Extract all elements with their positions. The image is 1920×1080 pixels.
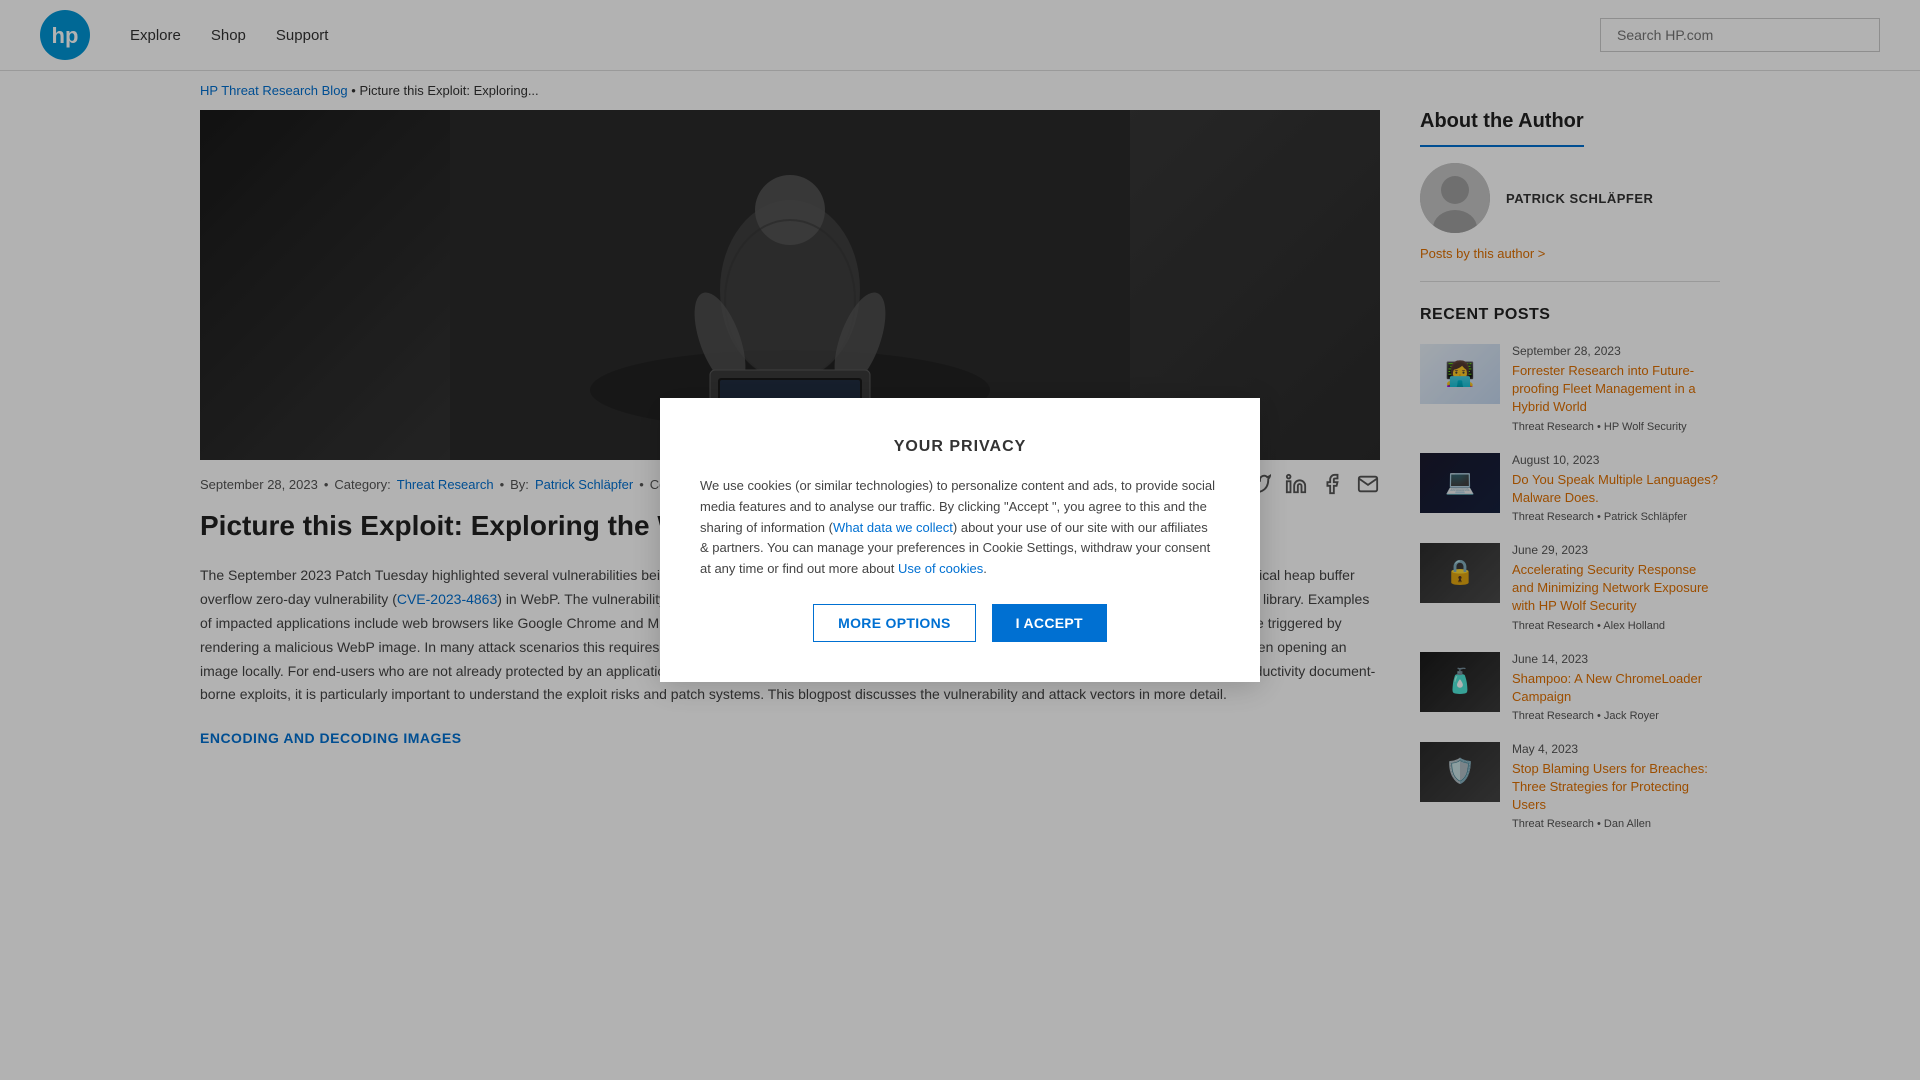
- what-data-link[interactable]: What data we collect: [833, 520, 953, 535]
- cookie-modal-text: We use cookies (or similar technologies)…: [700, 476, 1220, 580]
- cookie-modal-overlay: YOUR PRIVACY We use cookies (or similar …: [0, 0, 1920, 1080]
- accept-button[interactable]: I ACCEPT: [992, 604, 1107, 642]
- cookie-modal-buttons: MORE OPTIONS I ACCEPT: [700, 604, 1220, 642]
- more-options-button[interactable]: MORE OPTIONS: [813, 604, 976, 642]
- use-of-cookies-link[interactable]: Use of cookies: [898, 561, 983, 576]
- cookie-text-part3: .: [983, 561, 987, 576]
- cookie-modal: YOUR PRIVACY We use cookies (or similar …: [660, 398, 1260, 682]
- cookie-modal-title: YOUR PRIVACY: [700, 438, 1220, 456]
